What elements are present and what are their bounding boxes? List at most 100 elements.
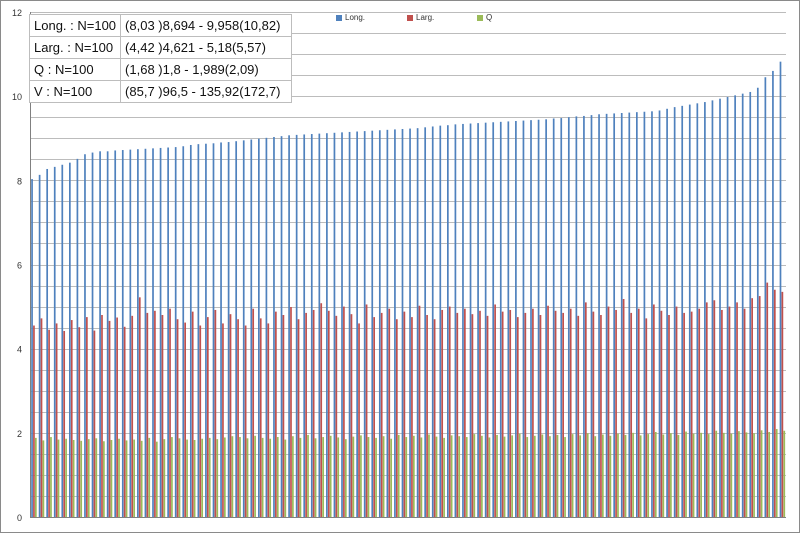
bar-long	[205, 143, 207, 517]
bar-long	[273, 136, 275, 518]
bar-larg	[766, 282, 769, 517]
bar-long	[477, 123, 479, 517]
bar-q	[261, 437, 264, 517]
bar-q	[692, 433, 695, 517]
bar-q	[329, 435, 332, 517]
bar-q	[488, 437, 491, 517]
bar-q	[722, 432, 725, 517]
bar-q	[458, 436, 461, 517]
bar-long	[152, 148, 154, 517]
bar-q	[382, 436, 385, 517]
bar-q	[654, 431, 657, 517]
bar-larg	[305, 312, 307, 517]
bar-long	[356, 131, 358, 517]
bar-q	[579, 435, 582, 517]
bar-larg	[267, 323, 270, 517]
bar-long	[174, 147, 177, 517]
bar-larg	[48, 329, 50, 517]
bar-larg	[592, 311, 595, 517]
bar-long	[114, 150, 117, 517]
bar-long	[326, 133, 328, 517]
bar-larg	[86, 317, 88, 517]
legend-item-long: Long.	[336, 13, 365, 22]
stats-value: (1,68 )1,8 - 1,989(2,09)	[120, 58, 293, 81]
stats-value: (4,42 )4,621 - 5,18(5,57)	[120, 36, 293, 59]
bar-long	[394, 129, 396, 517]
bar-q	[677, 434, 680, 517]
bar-larg	[350, 314, 353, 517]
bar-long	[258, 138, 260, 518]
bar-long	[31, 179, 33, 517]
bar-long	[726, 97, 729, 517]
bar-long	[484, 122, 487, 518]
bar-q	[148, 437, 151, 517]
bar-long	[159, 147, 162, 517]
bar-larg	[698, 308, 701, 517]
legend-swatch-larg	[407, 15, 413, 21]
stats-row-v: V : N=100 (85,7 )96,5 - 135,92(172,7)	[28, 80, 293, 103]
bar-q	[624, 434, 627, 517]
bar-q	[609, 435, 612, 517]
bar-q	[496, 434, 498, 517]
bar-q	[420, 437, 423, 517]
bar-larg	[358, 323, 360, 517]
bar-larg	[403, 311, 406, 517]
bar-long	[681, 105, 684, 517]
bar-q	[201, 438, 204, 517]
bar-larg	[464, 308, 466, 517]
bar-long	[197, 144, 200, 517]
bar-larg	[524, 312, 527, 517]
legend-swatch-long	[336, 15, 342, 21]
stats-table: Long. : N=100 (8,03 )8,694 - 9,958(10,82)…	[28, 14, 293, 103]
bar-larg	[169, 308, 171, 517]
bar-larg	[456, 312, 459, 517]
bar-larg	[607, 306, 610, 517]
bar-q	[571, 434, 574, 517]
bar-larg	[297, 319, 300, 517]
legend-item-q: Q	[477, 13, 492, 22]
bar-long	[303, 134, 306, 517]
bar-long	[590, 115, 593, 517]
bar-larg	[418, 305, 421, 517]
bar-long	[636, 112, 638, 517]
bar-q	[707, 434, 710, 517]
bar-long	[567, 117, 570, 518]
bar-q	[647, 434, 650, 517]
bar-long	[53, 166, 56, 517]
bar-q	[700, 432, 702, 517]
bar-larg	[509, 309, 512, 517]
bar-larg	[713, 300, 716, 517]
bar-q	[35, 437, 37, 517]
y-tick-label: 0	[17, 513, 22, 523]
stats-value: (85,7 )96,5 - 135,92(172,7)	[120, 80, 293, 103]
bar-long	[454, 124, 457, 518]
bar-larg	[33, 325, 35, 517]
bar-larg	[645, 318, 648, 517]
stats-value: (8,03 )8,694 - 9,958(10,82)	[120, 14, 293, 37]
bar-larg	[486, 315, 489, 517]
bar-long	[129, 149, 132, 518]
bar-larg	[615, 309, 617, 517]
bar-larg	[743, 308, 746, 517]
bar-larg	[275, 311, 277, 517]
bar-larg	[154, 310, 156, 517]
bar-q	[42, 440, 45, 517]
y-tick-label: 4	[17, 345, 22, 355]
bar-larg	[653, 304, 655, 517]
bar-long	[189, 144, 192, 518]
bar-larg	[668, 315, 670, 517]
bar-larg	[547, 305, 549, 517]
bar-q	[685, 431, 687, 517]
bar-long	[121, 150, 124, 517]
bar-larg	[312, 309, 315, 517]
bar-long	[341, 132, 343, 518]
bar-long	[492, 122, 495, 517]
bar-larg	[728, 306, 731, 517]
y-tick-label: 12	[12, 8, 22, 18]
bar-larg	[554, 310, 557, 517]
bar-larg	[365, 304, 368, 517]
bar-larg	[675, 306, 678, 517]
bar-long	[250, 139, 253, 517]
bar-long	[401, 128, 404, 518]
bar-long	[348, 131, 351, 517]
